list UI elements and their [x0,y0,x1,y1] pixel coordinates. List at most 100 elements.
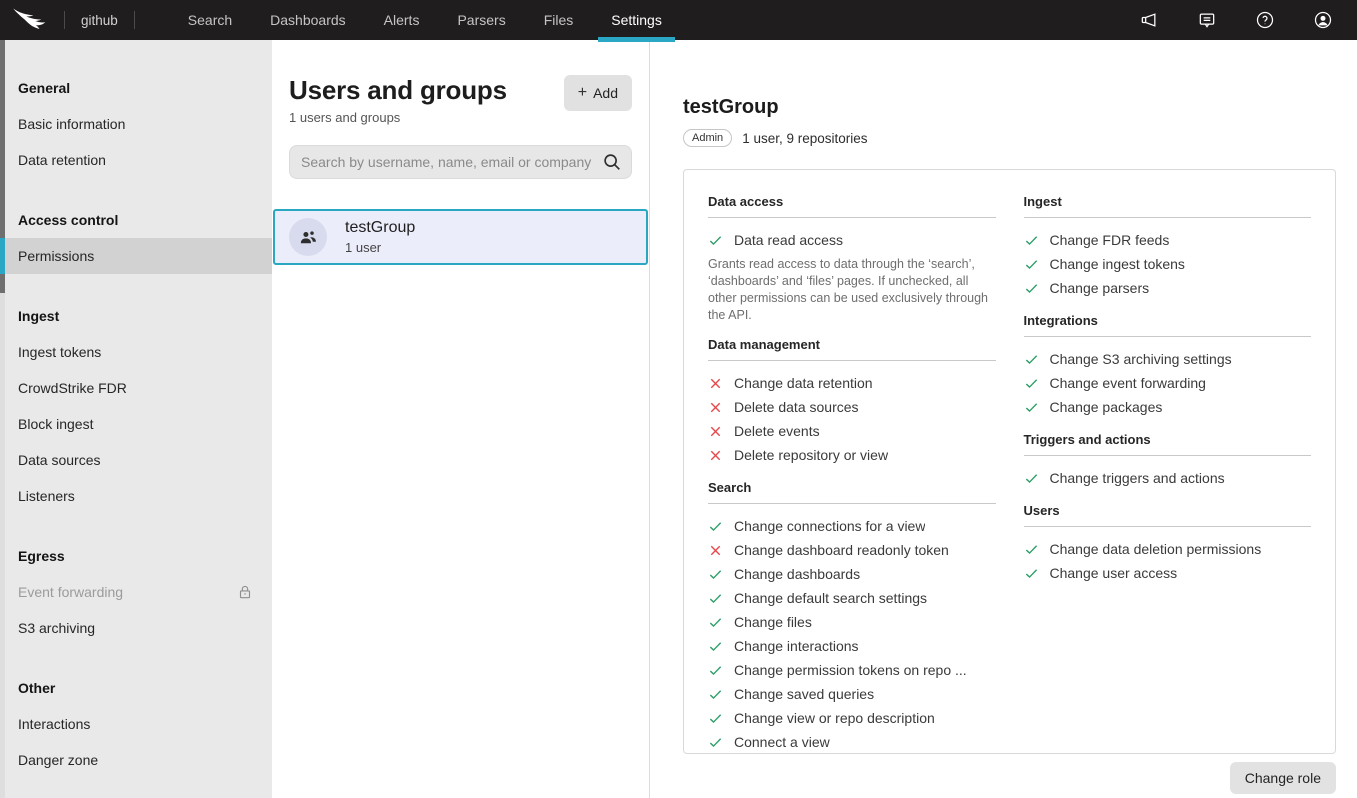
check-icon [708,639,723,654]
users-groups-panel: Users and groups 1 users and groups + Ad… [272,40,650,798]
change-role-button[interactable]: Change role [1230,762,1336,794]
nav-tab-search[interactable]: Search [175,0,245,40]
check-icon [1024,400,1039,415]
cross-icon [708,424,723,439]
permission-row-delete-repository-or-view: Delete repository or view [708,443,996,467]
sidebar-item-label: CrowdStrike FDR [18,380,127,396]
sidebar-item-permissions[interactable]: Permissions [0,238,272,274]
sidebar-item-ingest-tokens[interactable]: Ingest tokens [0,334,272,370]
group-meta: 1 user, 9 repositories [742,131,867,146]
cross-icon [708,376,723,391]
permission-row-change-connections-for-a-view: Change connections for a view [708,514,996,538]
cross-icon [708,400,723,415]
permission-label: Change triggers and actions [1050,470,1225,486]
settings-sidebar: General Basic information Data retention Ac… [0,40,272,798]
sidebar-item-crowdstrike-fdr[interactable]: CrowdStrike FDR [0,370,272,406]
permission-label: Change interactions [734,638,859,654]
nav-tab-settings[interactable]: Settings [598,0,675,40]
sidebar-section-other: Other [0,670,272,706]
permission-label: Delete repository or view [734,447,888,463]
permission-label: Change view or repo description [734,710,935,726]
permission-label: Change saved queries [734,686,874,702]
sidebar-item-danger-zone[interactable]: Danger zone [0,742,272,778]
nav-tab-dashboards[interactable]: Dashboards [257,0,359,40]
check-icon [708,711,723,726]
permission-label: Change permission tokens on repo ... [734,662,967,678]
permission-section-title: Ingest [1024,194,1312,218]
check-icon [1024,376,1039,391]
sidebar-item-label: Danger zone [18,752,98,768]
sidebar-item-s3-archiving[interactable]: S3 archiving [0,610,272,646]
sidebar-item-data-sources[interactable]: Data sources [0,442,272,478]
navbar-tabs: Search Dashboards Alerts Parsers Files Settin… [169,0,681,40]
navbar-icon-group [1137,8,1335,32]
group-list-item-testgroup[interactable]: testGroup1 user [273,209,648,265]
permission-row-change-ingest-tokens: Change ingest tokens [1024,252,1312,276]
check-icon [708,567,723,582]
permission-row-change-dashboards: Change dashboards [708,562,996,586]
sidebar-item-label: Basic information [18,116,125,132]
sidebar-item-label: Permissions [18,248,94,264]
sidebar-section-ingest: Ingest [0,298,272,334]
check-icon [1024,566,1039,581]
permission-row-change-permission-tokens-on-repo: Change permission tokens on repo ... [708,658,996,682]
permission-section-title: Search [708,480,996,504]
account-icon[interactable] [1311,8,1335,32]
check-icon [708,615,723,630]
feedback-icon[interactable] [1195,8,1219,32]
permission-section-users: UsersChange data deletion permissionsCha… [1024,503,1312,585]
nav-tab-parsers[interactable]: Parsers [444,0,518,40]
cross-icon [708,448,723,463]
permission-section-search: Search Change connections for a view Chang… [708,480,996,754]
check-icon [708,567,723,582]
permission-label: Change packages [1050,399,1163,415]
cross-icon [708,376,723,391]
sidebar-item-block-ingest[interactable]: Block ingest [0,406,272,442]
permission-row-change-data-deletion-permissions: Change data deletion permissions [1024,537,1312,561]
permission-row-change-saved-queries: Change saved queries [708,682,996,706]
sidebar-item-interactions[interactable]: Interactions [0,706,272,742]
permissions-card: Data accessData read accessGrants read a… [683,169,1336,754]
search-input[interactable] [289,145,632,179]
check-icon [1024,352,1039,367]
permission-label: Data read access [734,232,843,248]
announcements-icon[interactable] [1137,8,1161,32]
check-icon [1024,233,1039,248]
check-icon [708,687,723,702]
check-icon [1024,233,1039,248]
cross-icon [708,448,723,463]
sidebar-section-general: General [0,70,272,106]
role-badge: Admin [683,129,732,147]
permission-label: Change event forwarding [1050,375,1206,391]
sidebar-item-basic-information[interactable]: Basic information [0,106,272,142]
navbar-divider [64,11,65,29]
permission-label: Change files [734,614,812,630]
top-navbar: github Search Dashboards Alerts Parsers File… [0,0,1357,40]
sidebar-item-label: S3 archiving [18,620,95,636]
permission-label: Change data retention [734,375,873,391]
check-icon [1024,471,1039,486]
sidebar-item-listeners[interactable]: Listeners [0,478,272,514]
add-button[interactable]: + Add [564,75,632,111]
search-icon[interactable] [601,151,623,173]
help-icon[interactable] [1253,8,1277,32]
group-user-count: 1 user [345,240,415,255]
check-icon [1024,257,1039,272]
nav-tab-alerts[interactable]: Alerts [371,0,433,40]
permission-label: Change data deletion permissions [1050,541,1262,557]
permission-label: Connect a view [734,734,830,750]
sidebar-item-data-retention[interactable]: Data retention [0,142,272,178]
permission-row-connect-a-view: Connect a view [708,730,996,754]
users-groups-list: testGroup1 user [272,209,649,265]
check-icon [708,519,723,534]
check-icon [1024,281,1039,296]
plus-icon: + [578,84,587,102]
sidebar-item-event-forwarding[interactable]: Event forwarding [0,574,272,610]
sidebar-section-access-control: Access control [0,202,272,238]
permission-section-title: Data management [708,337,996,361]
nav-tab-files[interactable]: Files [531,0,587,40]
check-icon [1024,542,1039,557]
crowdstrike-falcon-logo[interactable] [10,5,52,35]
repository-name[interactable]: github [77,13,122,28]
check-icon [708,663,723,678]
